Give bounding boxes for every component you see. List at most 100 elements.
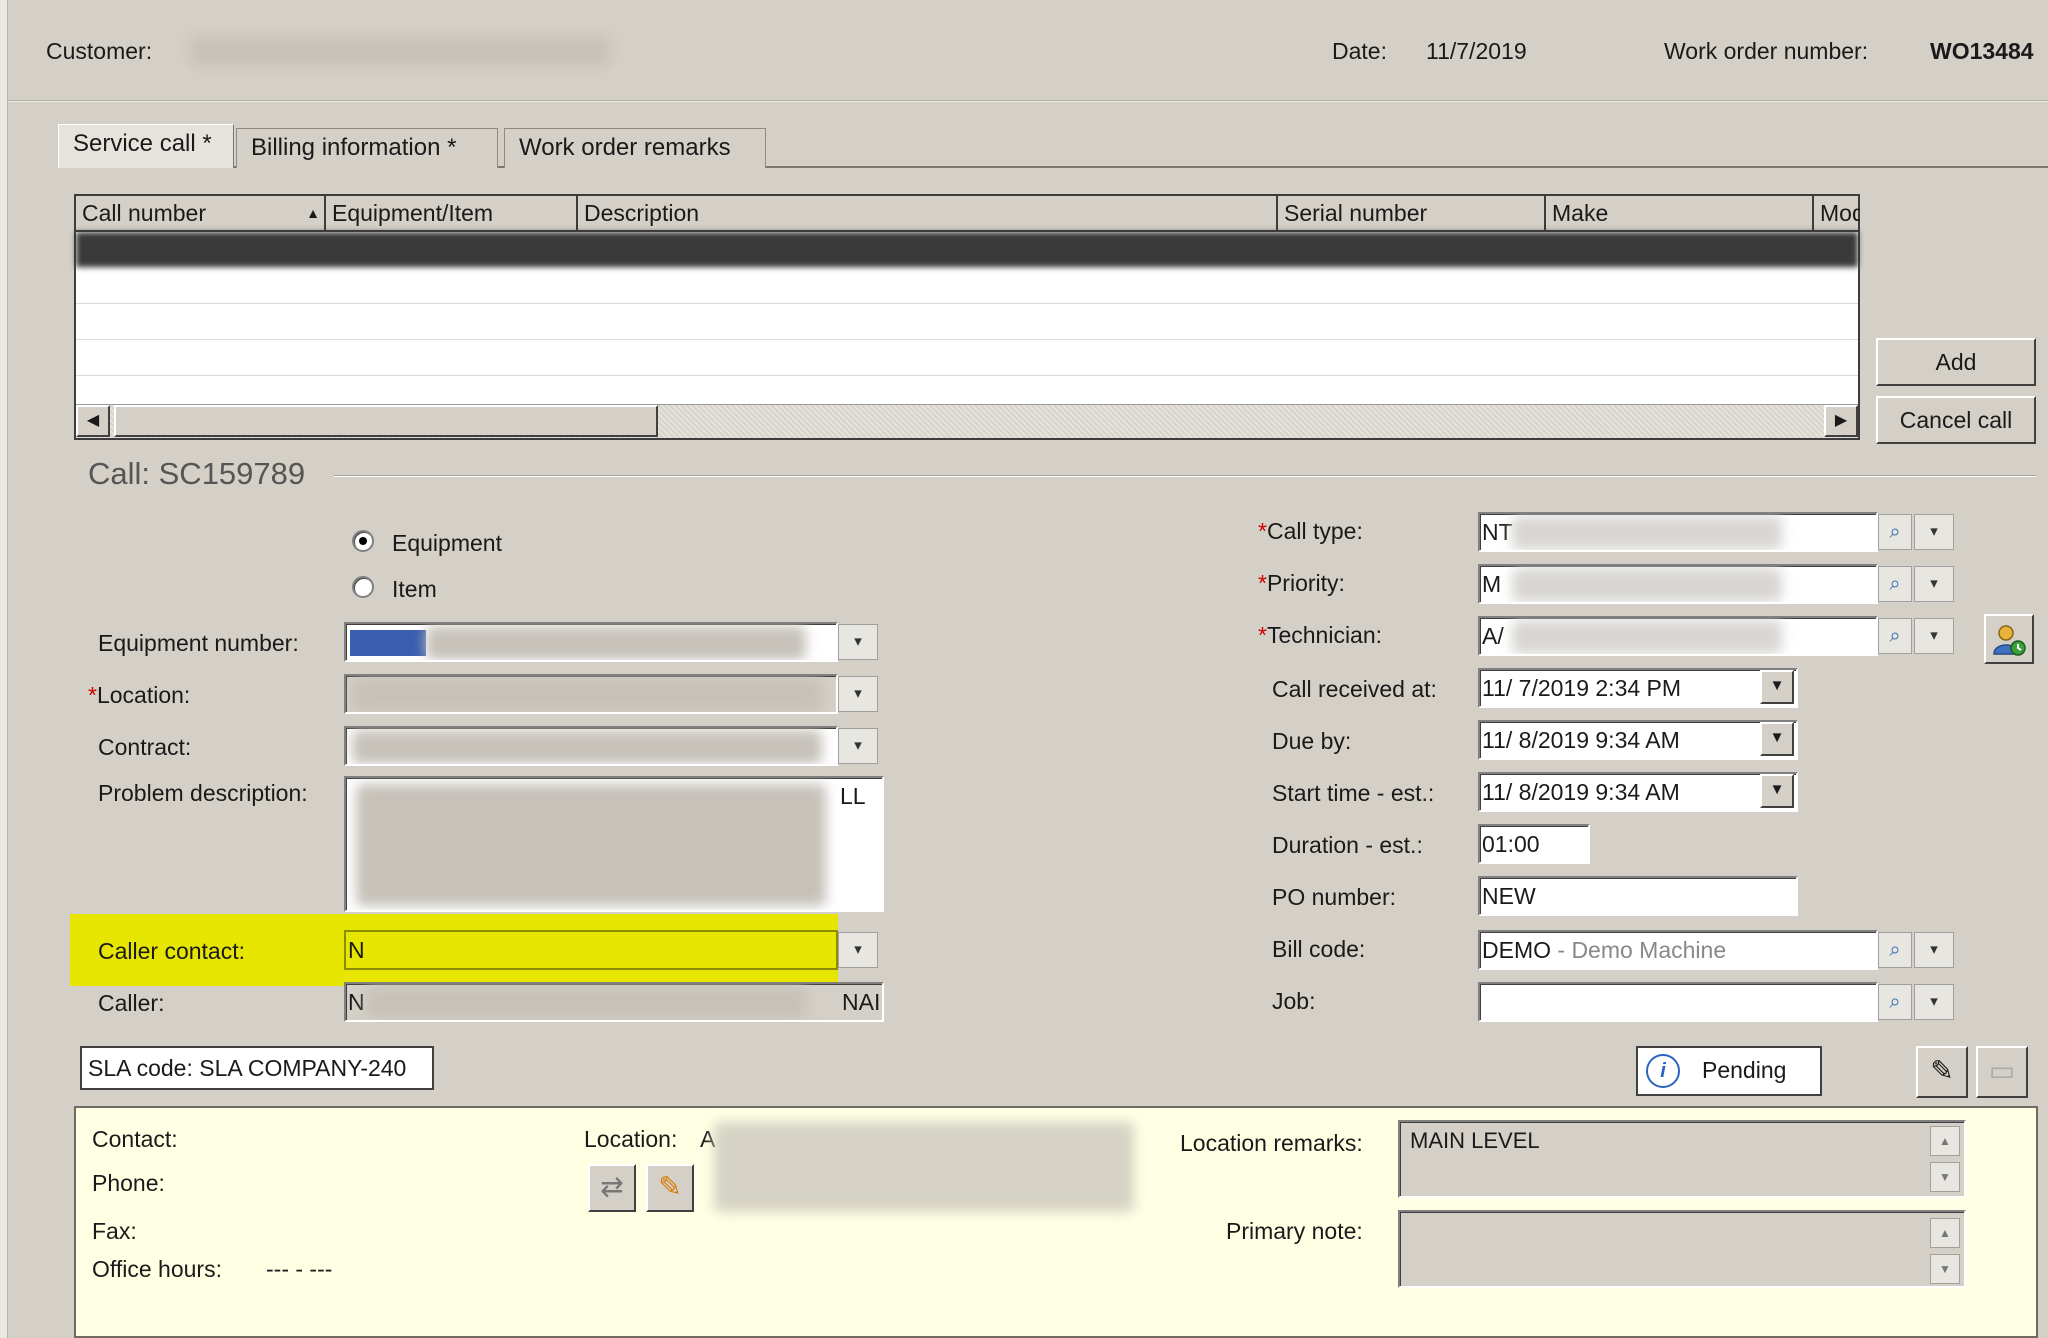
location-remarks-scroll-down-icon[interactable]: ▼ xyxy=(1930,1162,1960,1192)
bill-code-value: DEMO - Demo Machine xyxy=(1482,937,1727,963)
caller-prefix: N xyxy=(348,989,365,1015)
problem-description-redacted xyxy=(356,784,826,906)
sort-asc-icon: ▲ xyxy=(306,205,320,221)
caller-contact-input[interactable]: N xyxy=(344,930,838,970)
attachment-icon[interactable]: ✎ xyxy=(1916,1046,1968,1098)
tab-service-call[interactable]: Service call * xyxy=(58,124,234,168)
table-row[interactable] xyxy=(76,268,1858,304)
equipment-number-label: Equipment number: xyxy=(98,630,299,656)
sla-code-box: SLA code: SLA COMPANY-240 xyxy=(80,1046,434,1090)
col-description[interactable]: Description xyxy=(578,196,1278,230)
start-time-dropdown-icon[interactable]: ▼ xyxy=(1760,774,1794,808)
calls-grid[interactable]: Call number ▲ Equipment/Item Description… xyxy=(74,194,1860,440)
technician-search-icon[interactable]: ⌕ xyxy=(1878,618,1912,654)
bill-code-dropdown-icon[interactable]: ▾ xyxy=(1914,932,1954,968)
col-call-number[interactable]: Call number ▲ xyxy=(76,196,326,230)
caller-contact-dropdown-icon[interactable]: ▾ xyxy=(838,932,878,968)
technician-redacted xyxy=(1512,620,1782,654)
contract-label: Contract: xyxy=(98,734,192,760)
job-input[interactable] xyxy=(1478,982,1878,1022)
contract-dropdown-icon[interactable]: ▾ xyxy=(838,728,878,764)
call-type-dropdown-icon[interactable]: ▾ xyxy=(1914,514,1954,550)
equipment-number-dropdown-icon[interactable]: ▾ xyxy=(838,624,878,660)
caller-suffix: NAI xyxy=(842,989,881,1015)
location-input[interactable] xyxy=(344,674,838,714)
call-type-input[interactable]: NT xyxy=(1478,512,1878,552)
work-order-value: WO13484 xyxy=(1930,38,2034,64)
po-number-label: PO number: xyxy=(1272,884,1396,910)
date-value: 11/7/2019 xyxy=(1426,38,1527,64)
bill-code-search-icon[interactable]: ⌕ xyxy=(1878,932,1912,968)
call-received-label: Call received at: xyxy=(1272,676,1437,702)
location-remarks-field[interactable]: MAIN LEVEL xyxy=(1398,1120,1966,1198)
start-time-value: 11/ 8/2019 9:34 AM xyxy=(1482,779,1680,805)
po-number-input[interactable]: NEW xyxy=(1478,876,1798,916)
location-remarks-label: Location remarks: xyxy=(1180,1130,1363,1156)
call-received-input[interactable]: 11/ 7/2019 2:34 PM xyxy=(1478,668,1798,708)
table-row-selected[interactable] xyxy=(76,232,1858,268)
contract-input[interactable] xyxy=(344,726,838,766)
scroll-left-icon[interactable]: ◀ xyxy=(76,405,110,437)
primary-note-field[interactable] xyxy=(1398,1210,1966,1288)
start-time-input[interactable]: 11/ 8/2019 9:34 AM xyxy=(1478,772,1798,812)
problem-description-label: Problem description: xyxy=(98,780,308,806)
col-equipment-item[interactable]: Equipment/Item xyxy=(326,196,578,230)
transfer-icon[interactable]: ⇄ xyxy=(588,1164,636,1212)
location-remarks-scroll-up-icon[interactable]: ▲ xyxy=(1930,1126,1960,1156)
due-by-input[interactable]: 11/ 8/2019 9:34 AM xyxy=(1478,720,1798,760)
contract-redacted xyxy=(352,730,822,764)
radio-equipment[interactable] xyxy=(352,530,374,552)
header-divider xyxy=(8,100,2048,102)
scroll-right-icon[interactable]: ▶ xyxy=(1824,405,1858,437)
add-button[interactable]: Add xyxy=(1876,338,2036,386)
technician-label: *Technician: xyxy=(1258,622,1383,648)
bill-code-input[interactable]: DEMO - Demo Machine xyxy=(1478,930,1878,970)
due-by-dropdown-icon[interactable]: ▼ xyxy=(1760,722,1794,756)
problem-description-textarea[interactable]: LL xyxy=(344,776,884,912)
cancel-call-button[interactable]: Cancel call xyxy=(1876,396,2036,444)
col-model[interactable]: Model xyxy=(1814,196,1860,230)
edit-pencil-icon[interactable]: ✎ xyxy=(646,1164,694,1212)
table-row[interactable] xyxy=(76,340,1858,376)
location-dropdown-icon[interactable]: ▾ xyxy=(838,676,878,712)
job-dropdown-icon[interactable]: ▾ xyxy=(1914,984,1954,1020)
horizontal-scrollbar[interactable]: ◀ ▶ xyxy=(76,404,1858,438)
technician-schedule-icon[interactable] xyxy=(1984,614,2034,664)
tab-work-order-remarks[interactable]: Work order remarks xyxy=(504,128,766,168)
tab-billing-information[interactable]: Billing information * xyxy=(236,128,498,168)
primary-note-scroll-down-icon[interactable]: ▼ xyxy=(1930,1254,1960,1284)
info-location-redacted xyxy=(714,1122,1134,1212)
caller-contact-label: Caller contact: xyxy=(98,938,246,964)
technician-value: A/ xyxy=(1482,623,1504,649)
call-type-label: *Call type: xyxy=(1258,518,1363,544)
document-icon[interactable]: ▭ xyxy=(1976,1046,2028,1098)
radio-item[interactable] xyxy=(352,576,374,598)
caller-input[interactable]: N NAI xyxy=(344,982,884,1022)
due-by-value: 11/ 8/2019 9:34 AM xyxy=(1482,727,1680,753)
phone-label: Phone: xyxy=(92,1170,165,1196)
info-icon: i xyxy=(1646,1054,1680,1088)
customer-label: Customer: xyxy=(46,38,153,64)
col-make[interactable]: Make xyxy=(1546,196,1814,230)
primary-note-scroll-up-icon[interactable]: ▲ xyxy=(1930,1218,1960,1248)
equipment-number-redacted xyxy=(426,626,806,660)
pending-button[interactable]: i Pending xyxy=(1636,1046,1822,1096)
priority-dropdown-icon[interactable]: ▾ xyxy=(1914,566,1954,602)
scroll-thumb[interactable] xyxy=(114,405,658,437)
pending-label: Pending xyxy=(1702,1057,1787,1083)
job-label: Job: xyxy=(1272,988,1316,1014)
priority-search-icon[interactable]: ⌕ xyxy=(1878,566,1912,602)
equipment-number-input[interactable] xyxy=(344,622,838,662)
col-serial-number[interactable]: Serial number xyxy=(1278,196,1546,230)
call-type-search-icon[interactable]: ⌕ xyxy=(1878,514,1912,550)
technician-dropdown-icon[interactable]: ▾ xyxy=(1914,618,1954,654)
priority-input[interactable]: M xyxy=(1478,564,1878,604)
priority-value: M xyxy=(1482,571,1502,597)
call-type-redacted xyxy=(1512,516,1782,550)
primary-note-label: Primary note: xyxy=(1226,1218,1363,1244)
duration-input[interactable]: 01:00 xyxy=(1478,824,1590,864)
technician-input[interactable]: A/ xyxy=(1478,616,1878,656)
table-row[interactable] xyxy=(76,304,1858,340)
job-search-icon[interactable]: ⌕ xyxy=(1878,984,1912,1020)
call-received-dropdown-icon[interactable]: ▼ xyxy=(1760,670,1794,704)
